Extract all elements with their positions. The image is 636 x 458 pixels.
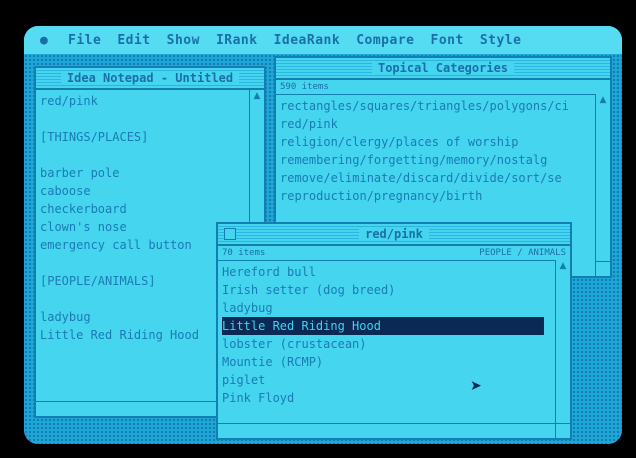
menu-irank[interactable]: IRank <box>216 33 258 48</box>
menu-bar: ● File Edit Show IRank IdeaRank Compare … <box>24 26 622 56</box>
menu-style[interactable]: Style <box>480 33 522 48</box>
redpink-item-count: 70 items <box>222 248 266 258</box>
topical-title: Topical Categories <box>371 61 515 75</box>
scroll-up-arrow-icon[interactable]: ▲ <box>250 90 264 102</box>
topical-line[interactable]: rectangles/squares/triangles/polygons/ci <box>280 97 590 115</box>
notepad-line[interactable] <box>40 146 244 164</box>
notepad-line[interactable]: emergency call button <box>40 236 244 254</box>
redpink-line[interactable]: Little Red Riding Hood <box>222 317 544 335</box>
redpink-line[interactable]: lobster (crustacean) <box>222 335 544 353</box>
redpink-list[interactable]: Hereford bull Irish setter (dog breed) lad… <box>218 261 548 415</box>
topical-vertical-scrollbar[interactable]: ▲ <box>595 94 610 262</box>
topical-item-count: 590 items <box>276 80 610 95</box>
topical-line[interactable]: reproduction/pregnancy/birth <box>280 187 590 205</box>
notepad-line[interactable]: red/pink <box>40 92 244 110</box>
redpink-horizontal-scrollbar[interactable] <box>218 423 556 438</box>
redpink-title-bar[interactable]: red/pink <box>218 224 570 246</box>
notepad-line[interactable]: checkerboard <box>40 200 244 218</box>
scroll-up-arrow-icon[interactable]: ▲ <box>556 260 570 272</box>
menu-edit[interactable]: Edit <box>117 33 150 48</box>
redpink-resize-box[interactable] <box>555 423 570 438</box>
redpink-line[interactable]: ladybug <box>222 299 544 317</box>
apple-menu-icon[interactable]: ● <box>40 33 54 48</box>
redpink-line[interactable]: Pink Floyd <box>222 389 544 407</box>
topical-line[interactable]: remove/eliminate/discard/divide/sort/se <box>280 169 590 187</box>
topical-resize-box[interactable] <box>595 261 610 276</box>
menu-font[interactable]: Font <box>431 33 464 48</box>
notepad-line[interactable] <box>40 110 244 128</box>
mouse-pointer-icon: ➤ <box>470 378 482 394</box>
notepad-line[interactable]: ladybug <box>40 308 244 326</box>
redpink-line[interactable]: piglet <box>222 371 544 389</box>
redpink-category: PEOPLE / ANIMALS <box>479 248 566 258</box>
topical-line[interactable]: red/pink <box>280 115 590 133</box>
topical-line[interactable]: religion/clergy/places of worship <box>280 133 590 151</box>
notepad-line[interactable]: clown's nose <box>40 218 244 236</box>
notepad-line[interactable]: [PEOPLE/ANIMALS] <box>40 272 244 290</box>
redpink-title: red/pink <box>359 227 429 241</box>
topical-title-bar[interactable]: Topical Categories <box>276 58 610 80</box>
mac-screen: ● File Edit Show IRank IdeaRank Compare … <box>24 26 622 444</box>
notepad-line[interactable]: barber pole <box>40 164 244 182</box>
notepad-line[interactable]: [THINGS/PLACES] <box>40 128 244 146</box>
notepad-title-bar[interactable]: Idea Notepad - Untitled <box>36 68 264 90</box>
notepad-line[interactable] <box>40 254 244 272</box>
notepad-line[interactable]: Little Red Riding Hood <box>40 326 244 344</box>
menu-file[interactable]: File <box>68 33 101 48</box>
redpink-vertical-scrollbar[interactable]: ▲ <box>555 260 570 424</box>
notepad-line[interactable] <box>40 290 244 308</box>
redpink-line[interactable]: Hereford bull <box>222 263 544 281</box>
notepad-line[interactable]: caboose <box>40 182 244 200</box>
menu-show[interactable]: Show <box>167 33 200 48</box>
redpink-line[interactable]: Irish setter (dog breed) <box>222 281 544 299</box>
redpink-line[interactable]: Mountie (RCMP) <box>222 353 544 371</box>
menu-compare[interactable]: Compare <box>356 33 414 48</box>
notepad-title: Idea Notepad - Untitled <box>60 71 240 85</box>
scroll-up-arrow-icon[interactable]: ▲ <box>596 94 610 106</box>
topical-line[interactable]: remembering/forgetting/memory/nostalg <box>280 151 590 169</box>
close-box-icon[interactable] <box>224 228 236 240</box>
menu-idearank[interactable]: IdeaRank <box>274 33 341 48</box>
redpink-header: 70 items PEOPLE / ANIMALS <box>218 246 570 261</box>
red-pink-window[interactable]: red/pink 70 items PEOPLE / ANIMALS Heref… <box>216 222 572 440</box>
